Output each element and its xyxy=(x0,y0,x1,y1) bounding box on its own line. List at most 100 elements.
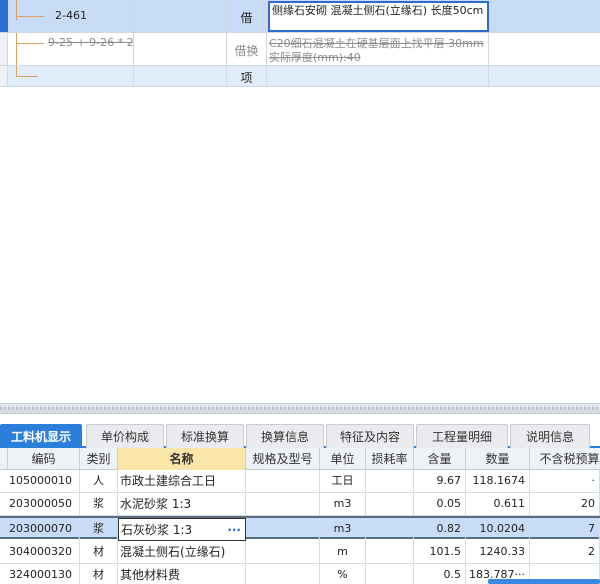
cell-name[interactable]: 其他材料费 xyxy=(118,564,246,584)
tab-features-content[interactable]: 特征及内容 xyxy=(326,424,414,448)
tree-line xyxy=(16,43,44,44)
cell-spec[interactable] xyxy=(246,470,320,493)
item-name-editor[interactable]: 侧缘石安砌 混凝土侧石(立缘石) 长度50cm xyxy=(268,1,489,32)
item-row[interactable]: 9-25 + 9-26 * 2 借换 C20细石混凝土在硬基层面上找平层 30m… xyxy=(0,33,600,66)
cell-category: 浆 xyxy=(80,493,118,516)
col-header-code[interactable]: 编码 xyxy=(8,448,80,470)
tree-line xyxy=(16,66,17,76)
col-header-pretax-price[interactable]: 不含税预算 xyxy=(530,448,600,470)
tab-unit-price-composition[interactable]: 单价构成 xyxy=(86,424,164,448)
item-row[interactable]: 2-461 借 侧缘石安砌 混凝土侧石(立缘石) 长度50cm xyxy=(0,0,600,33)
tab-conversion-info[interactable]: 换算信息 xyxy=(246,424,324,448)
col-header-quantity[interactable]: 数量 xyxy=(466,448,530,470)
row-indicator xyxy=(0,0,8,32)
cell-price: 7 xyxy=(530,518,600,541)
pane-splitter[interactable] xyxy=(0,403,600,414)
item-name: C20细石混凝土在硬基层面上找平层 30mm 实际厚度(mm):40 xyxy=(269,37,484,64)
cell-loss-rate[interactable] xyxy=(366,470,414,493)
tree-line xyxy=(16,0,17,20)
tab-quantity-details[interactable]: 工程量明细 xyxy=(416,424,508,448)
table-row[interactable]: 304000320 材 混凝土侧石(立缘石) m 101.5 1240.33 2 xyxy=(0,541,600,564)
col-header-content[interactable]: 含量 xyxy=(414,448,466,470)
cell-quantity: 0.611 xyxy=(466,493,530,516)
cell-loss-rate[interactable] xyxy=(366,541,414,564)
cell-code: 105000010 xyxy=(0,470,80,493)
cell-code: 203000070 xyxy=(0,518,80,541)
blank-cell[interactable] xyxy=(134,0,227,32)
cell-name-editor[interactable]: 石灰砂浆 1:3 ··· xyxy=(118,518,246,541)
cell-code: 324000130 xyxy=(0,564,80,584)
cell-quantity: 1240.33 xyxy=(466,541,530,564)
cell-content[interactable]: 0.05 xyxy=(414,493,466,516)
more-button[interactable]: ··· xyxy=(227,519,241,540)
code-cell[interactable]: 9-25 + 9-26 * 2 xyxy=(8,33,134,65)
resource-grid: 编码 类别 名称 规格及型号 单位 损耗率 含量 数量 不含税预算 105000… xyxy=(0,448,600,584)
item-type: 借 xyxy=(240,11,253,25)
cell-content[interactable]: 9.67 xyxy=(414,470,466,493)
table-row[interactable]: 105000010 人 市政土建综合工日 工日 9.67 118.1674 · xyxy=(0,470,600,493)
tab-description-info[interactable]: 说明信息 xyxy=(510,424,590,448)
blank-cell[interactable] xyxy=(134,33,227,65)
cell-content[interactable]: 0.82 xyxy=(414,518,466,541)
name-cell[interactable] xyxy=(267,66,489,86)
cell-quantity: 10.0204 xyxy=(466,518,530,541)
type-cell[interactable]: 借 xyxy=(227,0,267,32)
cell-loss-rate[interactable] xyxy=(366,493,414,516)
cell-loss-rate[interactable] xyxy=(366,564,414,584)
cell-spec[interactable] xyxy=(246,518,320,541)
code-cell[interactable]: 2-461 xyxy=(8,0,134,32)
cell-category: 材 xyxy=(80,564,118,584)
type-cell[interactable]: 借换 xyxy=(227,33,267,65)
cell-price: 2 xyxy=(530,541,600,564)
cell-category: 人 xyxy=(80,470,118,493)
cell-quantity: 118.1674 xyxy=(466,470,530,493)
table-row-selected[interactable]: 203000070 浆 石灰砂浆 1:3 ··· m3 0.82 10.0204… xyxy=(0,516,600,541)
cell-content[interactable]: 101.5 xyxy=(414,541,466,564)
cell-name[interactable]: 市政土建综合工日 xyxy=(118,470,246,493)
cell-price: 20 xyxy=(530,493,600,516)
detail-tabbar: 工料机显示 单价构成 标准换算 换算信息 特征及内容 工程量明细 说明信息 xyxy=(0,422,600,448)
cell-unit: m xyxy=(320,541,366,564)
item-type: 借换 xyxy=(234,44,259,58)
table-row[interactable]: 203000050 浆 水泥砂浆 1:3 m3 0.05 0.611 20 xyxy=(0,493,600,516)
tab-labor-material-machine[interactable]: 工料机显示 xyxy=(0,424,82,448)
cell-unit: m3 xyxy=(320,493,366,516)
cell-name[interactable]: 水泥砂浆 1:3 xyxy=(118,493,246,516)
type-cell[interactable]: 项 xyxy=(227,66,267,86)
splitter-grip xyxy=(0,407,600,410)
app-window: 2-461 借 侧缘石安砌 混凝土侧石(立缘石) 长度50cm 9-25 + 9… xyxy=(0,0,600,584)
row-indicator xyxy=(0,66,8,86)
cell-unit: 工日 xyxy=(320,470,366,493)
blank-cell[interactable] xyxy=(134,66,227,86)
cell-category: 浆 xyxy=(80,518,118,541)
col-header-name[interactable]: 名称 xyxy=(118,448,246,470)
cell-name[interactable]: 混凝土侧石(立缘石) xyxy=(118,541,246,564)
code-cell[interactable] xyxy=(8,66,134,86)
col-header-unit[interactable]: 单位 xyxy=(320,448,366,470)
grid-header: 编码 类别 名称 规格及型号 单位 损耗率 含量 数量 不含税预算 xyxy=(0,448,600,470)
item-code: 9-25 + 9-26 * 2 xyxy=(48,36,134,49)
tree-line xyxy=(16,76,38,77)
item-name: 侧缘石安砌 混凝土侧石(立缘石) 长度50cm xyxy=(272,4,484,17)
header-corner xyxy=(0,448,8,470)
tab-standard-conversion[interactable]: 标准换算 xyxy=(166,424,244,448)
cell-loss-rate[interactable] xyxy=(366,518,414,541)
col-header-loss-rate[interactable]: 损耗率 xyxy=(366,448,414,470)
col-header-category[interactable]: 类别 xyxy=(80,448,118,470)
item-type: 项 xyxy=(240,71,253,85)
item-code: 2-461 xyxy=(55,9,87,22)
cell-spec[interactable] xyxy=(246,493,320,516)
cell-code: 304000320 xyxy=(0,541,80,564)
name-cell[interactable]: C20细石混凝土在硬基层面上找平层 30mm 实际厚度(mm):40 xyxy=(267,33,489,65)
cell-content[interactable]: 0.5 xyxy=(414,564,466,584)
cell-category: 材 xyxy=(80,541,118,564)
tree-line xyxy=(16,33,17,65)
cell-spec[interactable] xyxy=(246,541,320,564)
cell-unit: m3 xyxy=(320,518,366,541)
horizontal-scrollbar-thumb[interactable] xyxy=(488,579,600,584)
cell-unit: % xyxy=(320,564,366,584)
col-header-spec[interactable]: 规格及型号 xyxy=(246,448,320,470)
item-row[interactable]: 项 xyxy=(0,66,600,87)
cell-price: · xyxy=(530,470,600,493)
cell-spec[interactable] xyxy=(246,564,320,584)
